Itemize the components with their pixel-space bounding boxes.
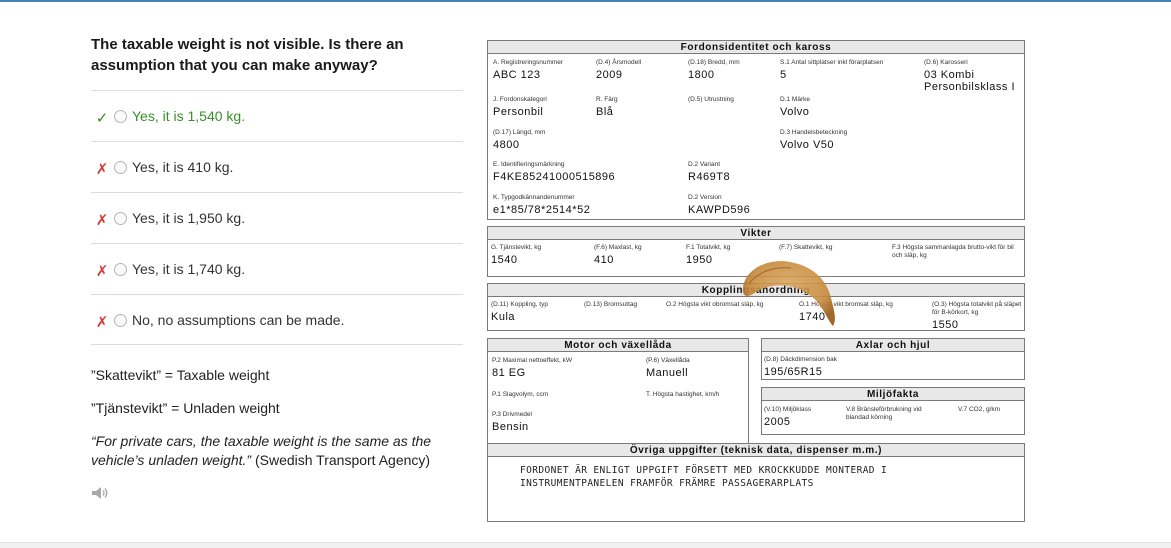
note-skattevikt: ”Skattevikt” = Taxable weight [91, 367, 270, 383]
field-power: P.2 Maximal nettoeffekt, kW 81 EG [492, 357, 572, 379]
cross-icon: ✗ [95, 161, 109, 178]
field-coupling-type: (D.11) Koppling, typ Kula [491, 301, 548, 323]
option-label[interactable]: Yes, it is 410 kg. [132, 159, 233, 175]
registration-certificate: Fordonsidentitet och kaross A. Registrer… [487, 40, 1025, 522]
field-year: (D.4) Årsmodell 2009 [596, 59, 642, 81]
section-title: Miljöfakta [762, 388, 1024, 401]
cross-icon: ✗ [95, 314, 109, 331]
field-top-speed: T. Högsta hastighet, km/h [646, 391, 720, 398]
radio-button[interactable] [114, 263, 127, 276]
bottom-bar [0, 542, 1171, 548]
field-fuel: P.3 Drivmedel Bensin [492, 411, 532, 433]
radio-button[interactable] [114, 110, 127, 123]
field-vin: E. Identifieringsmärkning F4KE85241000515… [493, 161, 616, 183]
cross-icon: ✗ [95, 212, 109, 229]
radio-button[interactable] [114, 161, 127, 174]
quote-source: (Swedish Transport Agency) [251, 452, 431, 468]
field-fuel-consumption: V.8 Bränsleförbrukning vid blandad körni… [846, 406, 922, 421]
field-variant: D.2 Variant R469T8 [688, 161, 731, 183]
check-icon: ✓ [95, 110, 109, 127]
field-make: D.1 Märke Volvo [780, 96, 810, 118]
section-title: Vikter [488, 227, 1024, 240]
field-gearbox: (P.6) Växellåda Manuell [646, 357, 690, 379]
option-410[interactable]: ✗ Yes, it is 410 kg. [91, 141, 463, 192]
field-combined-weight: F.3 Högsta sammanlagda brutto-vikt för b… [892, 244, 1014, 259]
field-approval: K. Typgodkännandenummer e1*85/78*2514*52 [493, 194, 591, 216]
field-body: (D.6) Karosseri 03 Kombi Personbilsklass I [924, 59, 1016, 93]
field-category: J. Fordonskategori Personbil [493, 96, 547, 118]
field-max-load: (F.6) Maxlast, kg 410 [594, 244, 642, 266]
environment-section: Miljöfakta (V.10) Miljöklass 2005 V.8 Brä… [761, 387, 1025, 435]
field-reg: A. Registreringsnummer ABC 123 [493, 59, 564, 81]
cross-icon: ✗ [95, 263, 109, 280]
field-tradename: D.3 Handelsbeteckning Volvo V50 [780, 129, 848, 151]
axles-section: Axlar och hjul (D.8) Däckdimension bak 19… [761, 338, 1025, 380]
option-1740[interactable]: ✗ Yes, it is 1,740 kg. [91, 243, 463, 294]
note-tjanstevikt: ”Tjänstevikt” = Unladen weight [91, 400, 280, 416]
option-label[interactable]: Yes, it is 1,540 kg. [132, 108, 245, 124]
section-title: Övriga uppgifter (teknisk data, dispense… [488, 444, 1024, 457]
top-accent-bar [0, 0, 1171, 2]
field-length: (D.17) Längd, mm 4800 [493, 129, 546, 151]
section-title: Axlar och hjul [762, 339, 1024, 352]
other-section: Övriga uppgifter (teknisk data, dispense… [487, 443, 1025, 522]
coffee-stain-image [742, 261, 835, 326]
agency-quote: “For private cars, the taxable weight is… [91, 432, 441, 470]
field-displacement: P.1 Slagvolym, ccm [492, 391, 549, 398]
field-co2: V.7 CO2, g/km [958, 406, 1001, 413]
answer-options: ✓ Yes, it is 1,540 kg. ✗ Yes, it is 410 … [91, 90, 463, 345]
radio-button[interactable] [114, 314, 127, 327]
question-text: The taxable weight is not visible. Is th… [91, 36, 404, 74]
field-brake-outlet: (D.13) Bromsuttag [584, 301, 638, 308]
section-title: Fordonsidentitet och kaross [488, 41, 1024, 54]
option-label[interactable]: No, no assumptions can be made. [132, 312, 344, 328]
speaker-icon[interactable] [91, 486, 109, 500]
field-total-weight: F.1 Totalvikt, kg 1950 [686, 244, 731, 266]
other-info-text: FORDONET ÄR ENLIGT UPPGIFT FÖRSETT MED K… [520, 465, 888, 489]
identity-section: Fordonsidentitet och kaross A. Registrer… [487, 40, 1025, 220]
field-width: (D.18) Bredd, mm 1800 [688, 59, 740, 81]
field-b-license-trailer: (O.3) Högsta totalvikt på släpet för B-k… [932, 301, 1022, 331]
option-label[interactable]: Yes, it is 1,740 kg. [132, 261, 245, 277]
option-1950[interactable]: ✗ Yes, it is 1,950 kg. [91, 192, 463, 243]
option-label[interactable]: Yes, it is 1,950 kg. [132, 210, 245, 226]
option-1540[interactable]: ✓ Yes, it is 1,540 kg. [91, 90, 463, 141]
field-color: R. Färg Blå [596, 96, 618, 118]
option-no-assumption[interactable]: ✗ No, no assumptions can be made. [91, 294, 463, 345]
field-seats: S.1 Antal sittplatser inkl förarplatsen 5 [780, 59, 884, 81]
section-title: Motor och växellåda [488, 339, 748, 352]
field-env-class: (V.10) Miljöklass 2005 [764, 406, 812, 428]
field-version: D.2 Version KAWPD596 [688, 194, 751, 216]
field-equipment: (D.5) Utrustning [688, 96, 734, 103]
radio-button[interactable] [114, 212, 127, 225]
field-tyre-size: (D.8) Däckdimension bak 195/65R15 [764, 356, 837, 378]
field-unladen-weight: G. Tjänstevikt, kg 1540 [491, 244, 542, 266]
